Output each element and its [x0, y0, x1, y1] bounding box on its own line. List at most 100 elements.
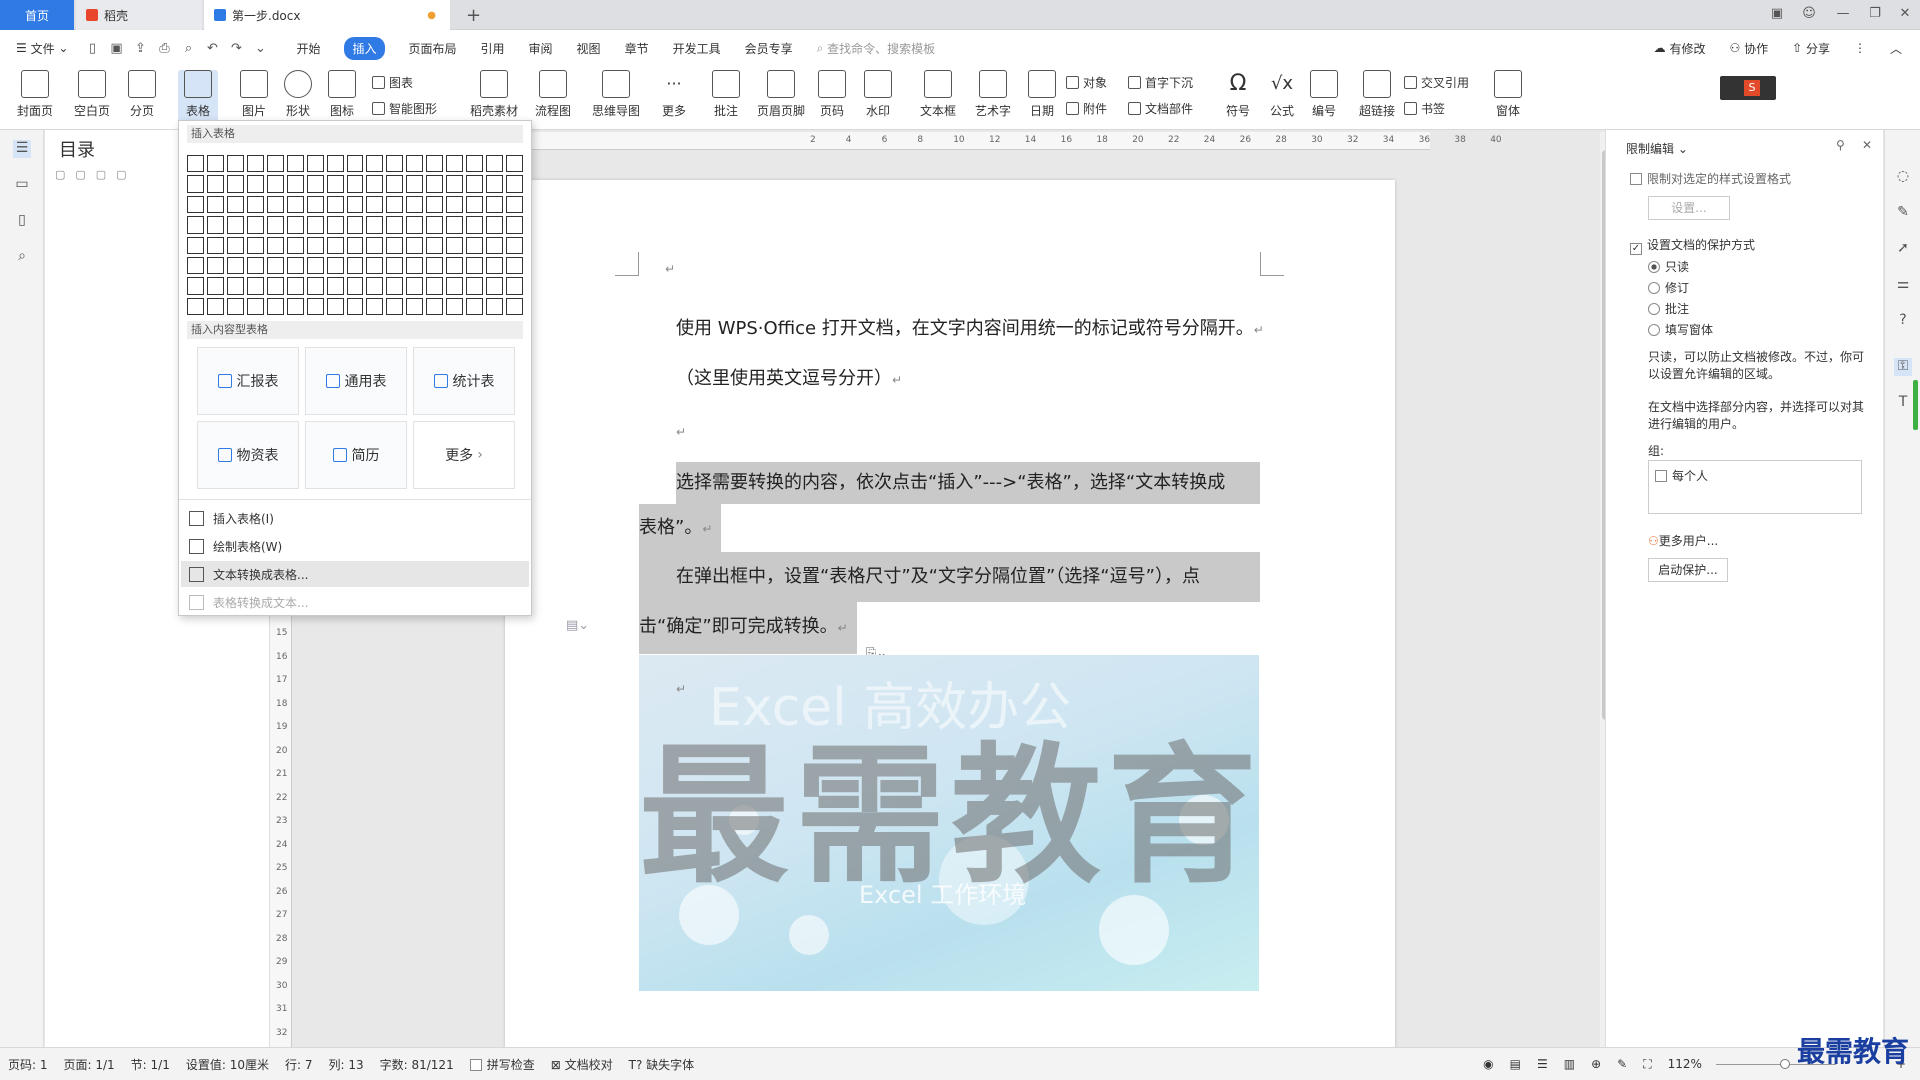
grid-cell[interactable]: [187, 297, 204, 315]
radio-fill-form[interactable]: 填写窗体: [1648, 321, 1713, 338]
object-button[interactable]: 对象: [1066, 74, 1107, 91]
grid-cell[interactable]: [466, 195, 484, 214]
grid-cell[interactable]: [426, 297, 444, 315]
grid-cell[interactable]: [326, 155, 344, 173]
watermark-button[interactable]: 水印: [860, 70, 896, 119]
grid-cell[interactable]: [206, 297, 224, 315]
grid-cell[interactable]: [187, 277, 204, 295]
grid-cell[interactable]: [406, 155, 424, 173]
daoke-material-button[interactable]: 稻壳素材: [466, 70, 522, 119]
form-button[interactable]: 窗体: [1490, 70, 1526, 119]
export-icon[interactable]: ⇪: [131, 39, 149, 57]
more-options-icon[interactable]: ⋮: [1842, 30, 1878, 66]
grid-cell[interactable]: [446, 216, 464, 234]
grid-cell[interactable]: [386, 216, 404, 234]
pen-icon[interactable]: ✎: [1609, 1057, 1635, 1071]
grid-cell[interactable]: [446, 277, 464, 295]
zoom-level[interactable]: 112%: [1660, 1057, 1710, 1071]
grid-cell[interactable]: [286, 175, 304, 193]
grid-cell[interactable]: [426, 195, 444, 214]
new-doc-icon[interactable]: ▯: [83, 39, 101, 57]
grid-cell[interactable]: [206, 175, 224, 193]
page-number-button[interactable]: 页码: [814, 70, 850, 119]
grid-cell[interactable]: [506, 277, 523, 295]
customize-icon[interactable]: ⌄: [251, 39, 269, 57]
grid-cell[interactable]: [386, 236, 404, 254]
grid-cell[interactable]: [306, 195, 324, 214]
avatar[interactable]: ☺: [1800, 6, 1818, 24]
reading-view-icon[interactable]: ▥: [1556, 1057, 1583, 1071]
grid-cell[interactable]: [466, 175, 484, 193]
doc-paragraph-2[interactable]: （这里使用英文逗号分开）↵: [676, 364, 902, 390]
minimize-icon[interactable]: —: [1834, 6, 1852, 24]
grid-cell[interactable]: [506, 297, 523, 315]
grid-cell[interactable]: [246, 277, 264, 295]
web-view-icon[interactable]: ⊕: [1583, 1057, 1609, 1071]
hyperlink-button[interactable]: 超链接: [1356, 70, 1398, 119]
collaborate-button[interactable]: ⚇ 协作: [1718, 30, 1781, 66]
menu-member[interactable]: 会员专享: [733, 30, 805, 66]
grid-cell[interactable]: [426, 155, 444, 173]
grid-cell[interactable]: [466, 216, 484, 234]
grid-cell[interactable]: [426, 256, 444, 275]
grid-cell[interactable]: [406, 297, 424, 315]
bookmark-panel-icon[interactable]: ▯: [13, 212, 31, 230]
grid-cell[interactable]: [286, 297, 304, 315]
start-protection-button[interactable]: 启动保护...: [1648, 558, 1728, 582]
grid-cell[interactable]: [346, 216, 364, 234]
toc-toolbar[interactable]: ▢▢▢▢: [55, 168, 137, 181]
grid-cell[interactable]: [486, 216, 504, 234]
grid-cell[interactable]: [346, 155, 364, 173]
paragraph-handle-icon[interactable]: ▤⌄: [566, 618, 589, 633]
menu-view[interactable]: 视图: [565, 30, 613, 66]
grid-cell[interactable]: [187, 236, 204, 254]
grid-cell[interactable]: [486, 277, 504, 295]
grid-cell[interactable]: [226, 155, 244, 173]
grid-cell[interactable]: [506, 175, 523, 193]
grid-cell[interactable]: [246, 195, 264, 214]
mindmap-button[interactable]: 思维导图: [586, 70, 646, 119]
grid-cell[interactable]: [486, 297, 504, 315]
grid-cell[interactable]: [466, 236, 484, 254]
more-insert-button[interactable]: ··· 更多: [654, 70, 694, 119]
grid-cell[interactable]: [366, 297, 384, 315]
outline-view-icon[interactable]: ☰: [1529, 1057, 1556, 1071]
grid-cell[interactable]: [446, 236, 464, 254]
doc-selected-line-3b[interactable]: 表格”。↵: [639, 504, 721, 552]
grid-cell[interactable]: [446, 155, 464, 173]
grid-cell[interactable]: [466, 155, 484, 173]
grid-cell[interactable]: [306, 236, 324, 254]
grid-cell[interactable]: [326, 195, 344, 214]
style-icon[interactable]: ◌: [1894, 168, 1912, 186]
grid-cell[interactable]: [446, 175, 464, 193]
grid-cell[interactable]: [366, 216, 384, 234]
page-view-icon[interactable]: ▤: [1502, 1057, 1529, 1071]
print-preview-icon[interactable]: ⌕: [179, 39, 197, 57]
file-menu[interactable]: ☰ 文件 ⌄: [0, 30, 80, 66]
draw-table-item[interactable]: 绘制表格(W): [181, 533, 529, 559]
grid-cell[interactable]: [406, 216, 424, 234]
page-break-button[interactable]: 分页: [122, 70, 162, 119]
grid-cell[interactable]: [426, 277, 444, 295]
grid-cell[interactable]: [346, 195, 364, 214]
layout-icon[interactable]: ▣: [1768, 6, 1786, 24]
collapse-ribbon-icon[interactable]: ︿: [1878, 30, 1920, 66]
command-search[interactable]: ⌕ 查找命令、搜索模板: [805, 30, 948, 66]
grid-cell[interactable]: [306, 297, 324, 315]
grid-cell[interactable]: [206, 195, 224, 214]
grid-cell[interactable]: [366, 155, 384, 173]
help-icon[interactable]: ?: [1894, 312, 1912, 330]
shape-button[interactable]: 形状: [280, 70, 316, 119]
grid-cell[interactable]: [426, 236, 444, 254]
grid-cell[interactable]: [406, 175, 424, 193]
table-to-text-item[interactable]: 表格转换成文本...: [181, 589, 529, 615]
doc-parts-button[interactable]: 文档部件: [1128, 100, 1193, 117]
grid-cell[interactable]: [187, 216, 204, 234]
grid-cell[interactable]: [326, 277, 344, 295]
eye-protection-icon[interactable]: ◉: [1475, 1057, 1501, 1071]
grid-cell[interactable]: [266, 297, 284, 315]
text-format-icon[interactable]: T: [1894, 394, 1912, 412]
table-button[interactable]: 表格: [178, 70, 218, 126]
grid-cell[interactable]: [406, 277, 424, 295]
grid-cell[interactable]: [286, 236, 304, 254]
